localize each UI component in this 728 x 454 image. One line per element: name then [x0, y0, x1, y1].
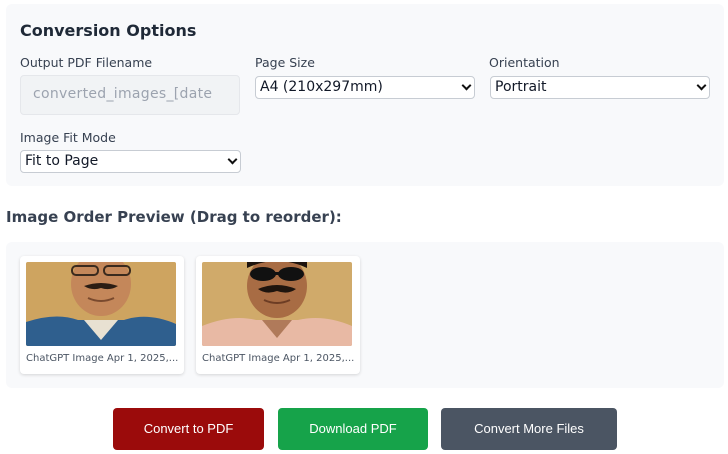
preview-title: Image Order Preview (Drag to reorder): — [6, 208, 342, 226]
chevron-down-icon — [227, 154, 238, 165]
image-order-preview: ChatGPT Image Apr 1, 2025,... ChatGPT Im… — [6, 242, 724, 388]
filename-label: Output PDF Filename — [20, 55, 153, 70]
page-size-label: Page Size — [255, 55, 315, 70]
orientation-label: Orientation — [489, 55, 560, 70]
page-size-value: A4 (210x297mm) — [260, 79, 383, 95]
chevron-down-icon — [696, 80, 707, 91]
image-card[interactable]: ChatGPT Image Apr 1, 2025,... — [196, 256, 360, 374]
convert-more-files-button[interactable]: Convert More Files — [441, 408, 617, 450]
download-pdf-button[interactable]: Download PDF — [278, 408, 428, 450]
conversion-options-panel: Conversion Options Output PDF Filename c… — [6, 4, 724, 186]
image-card[interactable]: ChatGPT Image Apr 1, 2025,... — [20, 256, 184, 374]
orientation-select[interactable]: Portrait — [490, 76, 710, 99]
fit-mode-select[interactable]: Fit to Page — [20, 150, 241, 173]
image-thumbnail — [202, 262, 352, 346]
orientation-value: Portrait — [495, 79, 547, 95]
image-caption: ChatGPT Image Apr 1, 2025,... — [202, 353, 354, 364]
options-title: Conversion Options — [20, 21, 197, 40]
chevron-down-icon — [461, 80, 472, 91]
page-size-select[interactable]: A4 (210x297mm) — [255, 76, 475, 99]
filename-input[interactable]: converted_images_[date — [20, 75, 240, 115]
image-caption: ChatGPT Image Apr 1, 2025,... — [26, 353, 178, 364]
fit-mode-label: Image Fit Mode — [20, 130, 116, 145]
image-thumbnail — [26, 262, 176, 346]
fit-mode-value: Fit to Page — [25, 153, 99, 169]
convert-to-pdf-button[interactable]: Convert to PDF — [113, 408, 264, 450]
